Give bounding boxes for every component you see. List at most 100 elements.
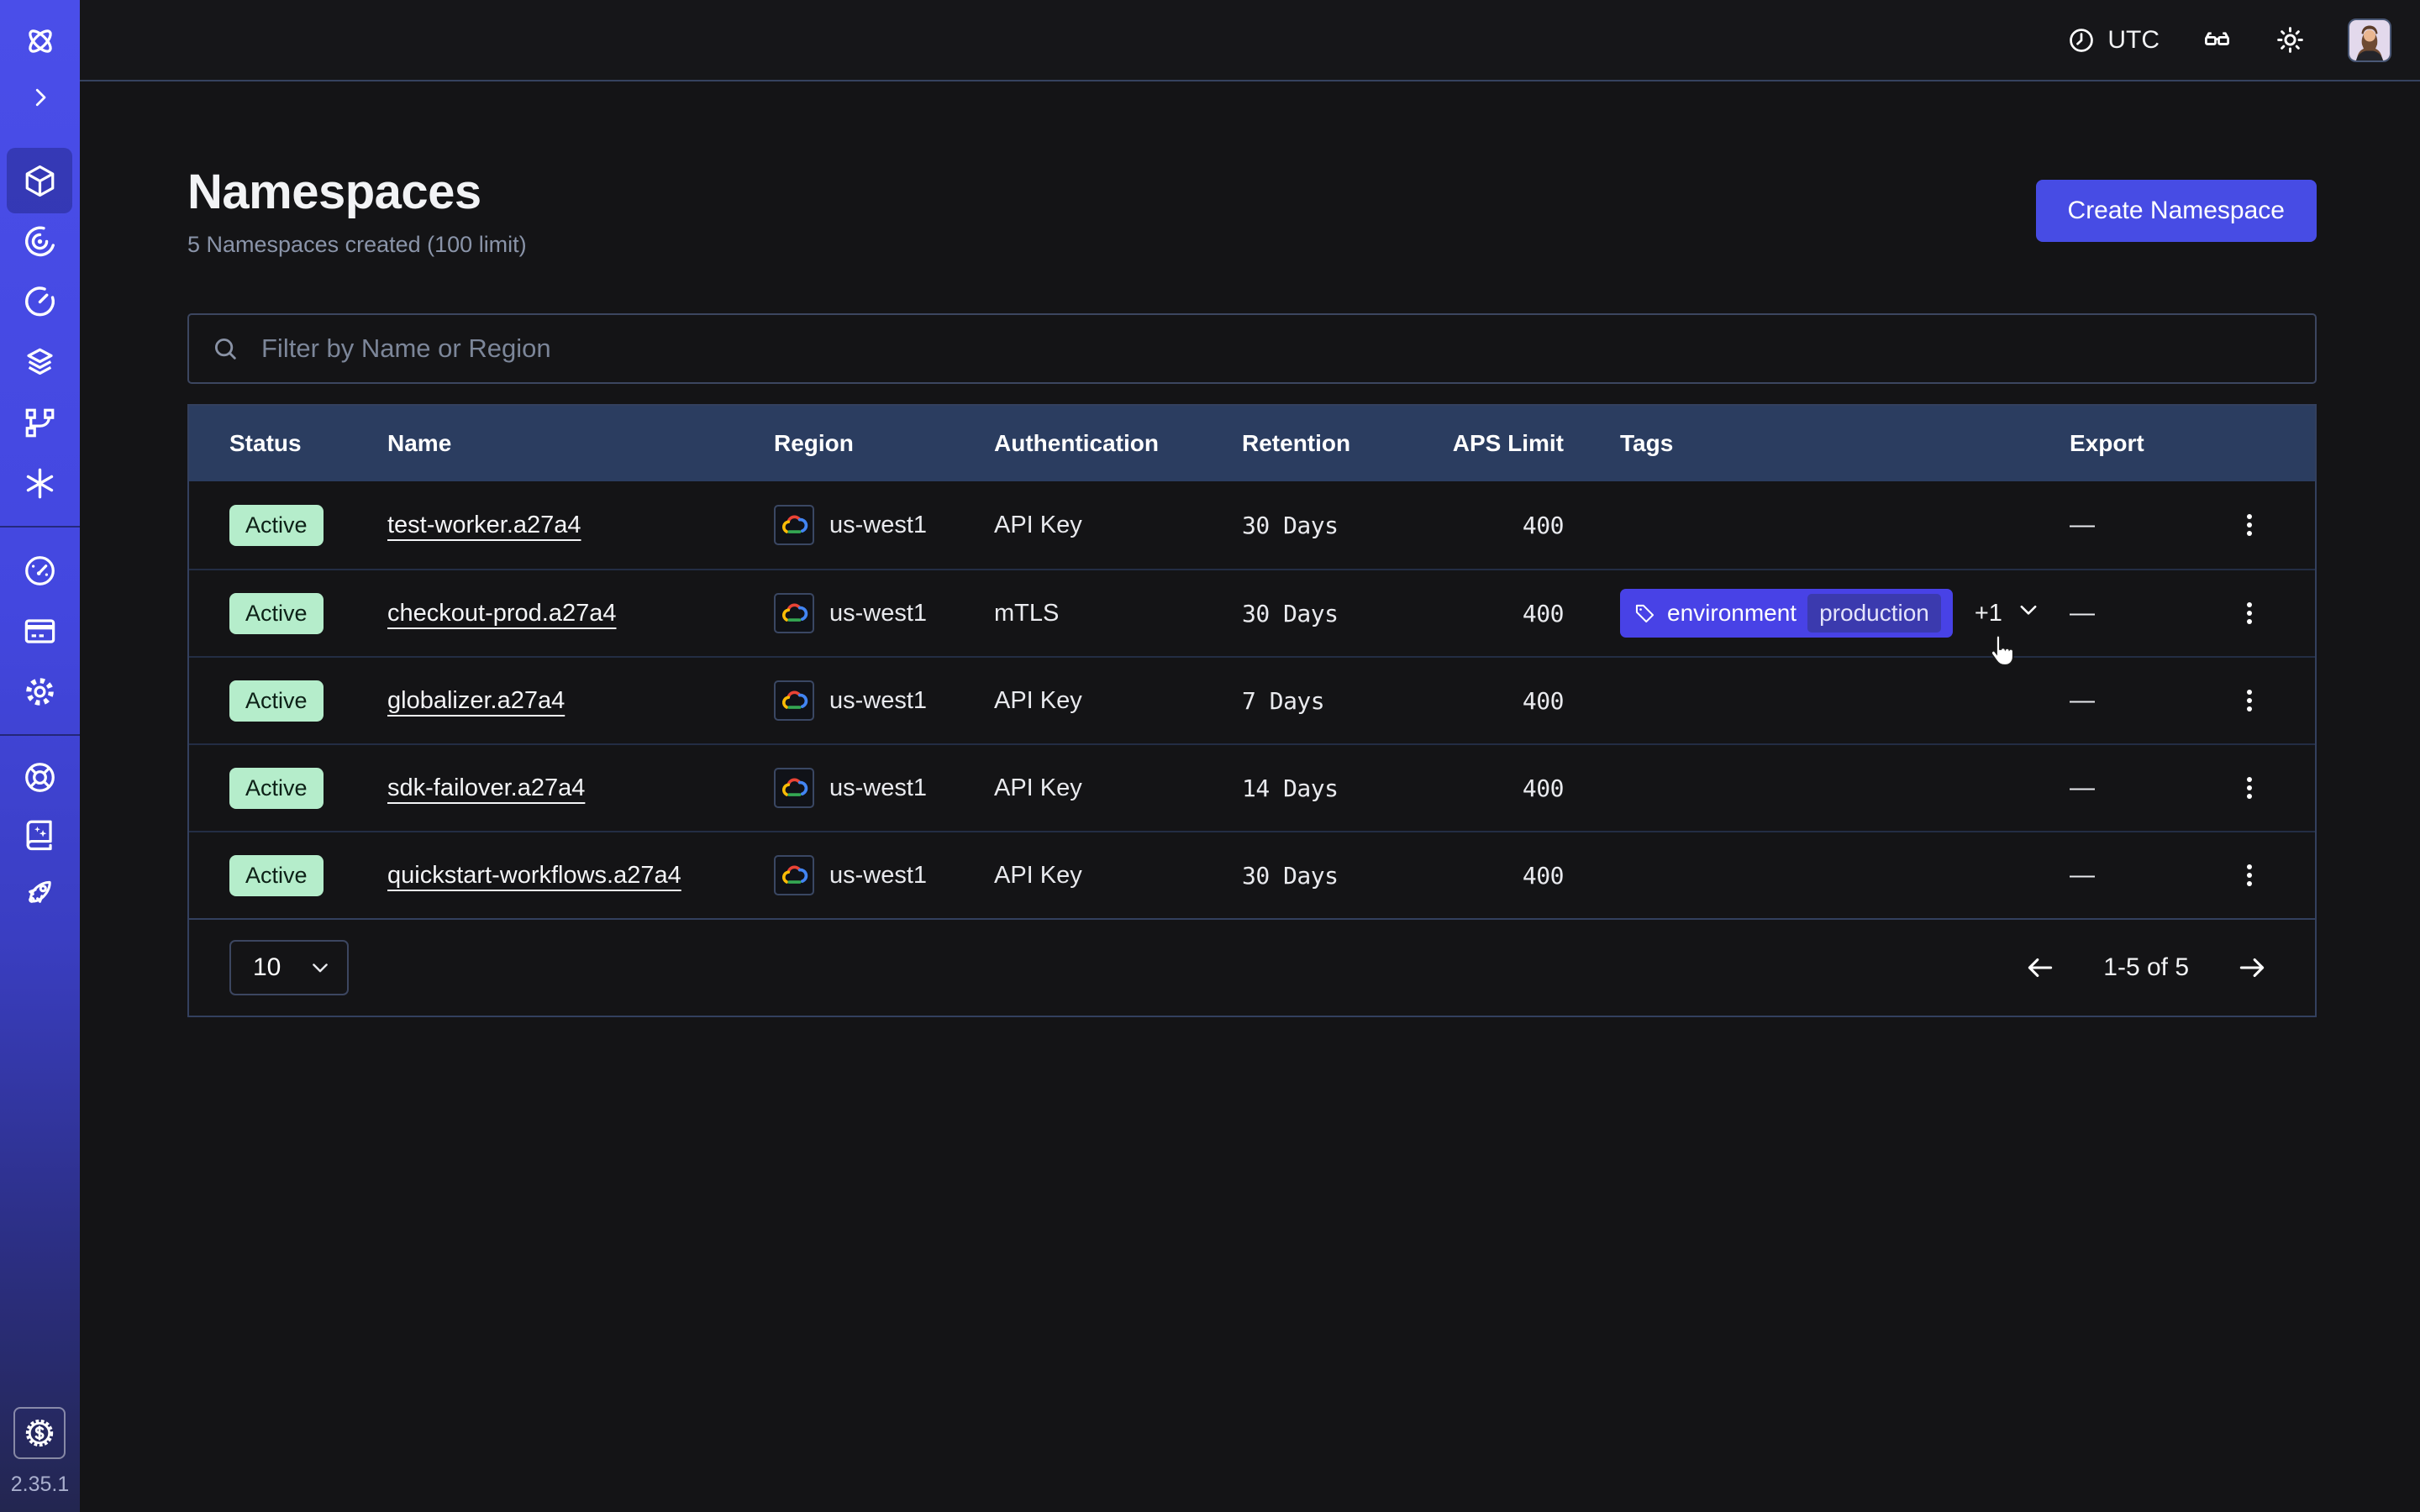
create-namespace-button[interactable]: Create Namespace [2036,180,2317,242]
status-badge: Active [229,593,324,634]
export-value: — [2070,686,2095,715]
region-label: us-west1 [829,600,927,627]
status-badge: Active [229,505,324,546]
region-label: us-west1 [829,774,927,802]
export-value: — [2070,511,2095,539]
tags-expand-chevron[interactable] [2016,597,2041,629]
region-label: us-west1 [829,862,927,890]
chevron-down-icon [308,956,332,979]
sidebar-item-book-sparkles[interactable] [0,806,80,863]
gcp-cloud-icon [774,768,814,808]
aps-limit-value: 400 [1435,687,1565,715]
sidebar-item-cube[interactable] [0,150,80,211]
sidebar-item-credit-card[interactable] [0,601,80,661]
table-body: Active test-worker.a27a4 us-west1 API Key 30… [189,481,2315,918]
filter-searchbox [187,313,2317,384]
gauge-icon [22,553,58,589]
tag-pill[interactable]: environmentproduction [1620,589,1953,638]
target-icon [22,223,58,260]
authentication-value: API Key [994,687,1242,715]
search-icon [211,334,239,363]
timezone-label: UTC [2107,26,2160,55]
status-badge: Active [229,855,324,896]
sidebar-item-layers[interactable] [0,332,80,392]
column-header-tags: Tags [1565,430,2070,457]
topbar: UTC [80,0,2420,81]
sidebar-expand-button[interactable] [22,79,59,116]
namespace-link[interactable]: quickstart-workflows.a27a4 [387,862,681,890]
sidebar-item-timer[interactable] [0,271,80,332]
retention-value: 7 Days [1242,687,1435,715]
pricing-button[interactable] [13,1407,66,1459]
namespaces-table: StatusNameRegionAuthenticationRetentionA… [187,404,2317,1017]
temporal-logo-icon[interactable] [16,17,65,66]
timezone-selector[interactable]: UTC [2067,26,2160,55]
asterisk-icon [22,465,58,501]
aps-limit-value: 400 [1435,774,1565,802]
namespace-link[interactable]: globalizer.a27a4 [387,687,565,715]
clock-icon [2067,26,2096,55]
sidebar-item-lifebuoy[interactable] [0,748,80,806]
sidebar-item-rocket[interactable] [0,863,80,920]
next-page-button[interactable] [2236,952,2268,984]
aps-limit-value: 400 [1435,862,1565,890]
column-header-export: Export [2070,430,2275,457]
sidebar-divider [0,526,80,528]
namespace-link[interactable]: checkout-prod.a27a4 [387,600,616,627]
authentication-value: API Key [994,774,1242,802]
pagination-range-label: 1-5 of 5 [2103,953,2189,982]
page-size-select[interactable]: 10 [229,940,349,995]
retention-value: 14 Days [1242,774,1435,802]
retention-value: 30 Days [1242,600,1435,627]
sidebar-item-gear[interactable] [0,661,80,722]
page-size-value: 10 [253,953,281,982]
row-actions-kebab-button[interactable] [2229,855,2270,895]
export-value: — [2070,861,2095,890]
column-header-status: Status [229,430,387,457]
row-actions-kebab-button[interactable] [2229,505,2270,545]
theme-toggle-button[interactable] [2275,24,2306,55]
table-row: Activeglobalizer.a27a4us-west1API Key7 D… [189,656,2315,743]
column-header-name: Name [387,430,774,457]
glasses-icon [2202,24,2233,55]
filter-input[interactable] [187,313,2317,384]
export-value: — [2070,599,2095,627]
layers-icon [22,344,58,381]
row-actions-kebab-button[interactable] [2229,768,2270,808]
status-badge: Active [229,768,324,809]
version-label: 2.35.1 [11,1473,70,1497]
row-actions-kebab-button[interactable] [2229,680,2270,721]
table-row: Activetest-worker.a27a4us-west1API Key30… [189,481,2315,569]
tags-cell: environmentproduction+1 [1565,589,2070,638]
retention-value: 30 Days [1242,862,1435,890]
labs-glasses-button[interactable] [2202,24,2233,55]
table-header-row: StatusNameRegionAuthenticationRetentionA… [189,406,2315,481]
sidebar-item-branch[interactable] [0,392,80,453]
sun-icon [2275,24,2306,55]
gcp-cloud-icon [774,505,814,545]
region-label: us-west1 [829,512,927,539]
row-actions-kebab-button[interactable] [2229,593,2270,633]
rocket-icon [22,874,58,910]
page-subtitle: 5 Namespaces created (100 limit) [187,232,527,258]
region-label: us-west1 [829,687,927,715]
timer-icon [22,284,58,320]
previous-page-button[interactable] [2024,952,2056,984]
column-header-authentication: Authentication [994,430,1242,457]
namespace-link[interactable]: sdk-failover.a27a4 [387,774,585,802]
sidebar-item-asterisk[interactable] [0,453,80,513]
tag-value: production [1807,594,1941,633]
table-row: Active sdk-failover.a27a4 us-west1 API Key1… [189,743,2315,831]
sidebar: 2.35.1 [0,0,80,1512]
book-sparkles-icon [22,816,58,853]
column-header-retention: Retention [1242,430,1435,457]
sidebar-item-target[interactable] [0,211,80,271]
table-footer: 10 1-5 of 5 [189,918,2315,1016]
tag-icon [1634,602,1656,625]
sidebar-item-gauge[interactable] [0,540,80,601]
authentication-value: API Key [994,512,1242,539]
namespace-link[interactable]: test-worker.a27a4 [387,512,581,539]
credit-card-icon [22,613,58,649]
user-avatar[interactable] [2348,18,2391,62]
page-head-text: Namespaces 5 Namespaces created (100 lim… [187,164,527,258]
